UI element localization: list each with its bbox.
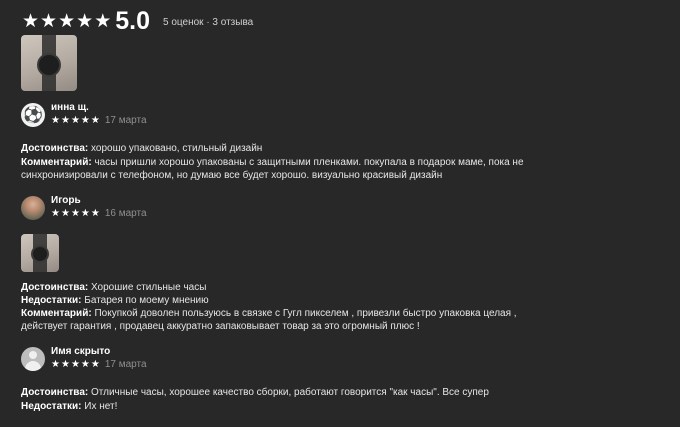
review-cons: Недостатки: Батарея по моему мнению — [21, 294, 209, 307]
star-icon: ★ — [40, 10, 58, 32]
user-avatar — [21, 347, 45, 371]
star-icon: ★ — [80, 207, 90, 219]
summary-stars: ★ ★ ★ ★ ★ — [22, 12, 111, 31]
review-pros: Достоинства: Отличные часы, хорошее каче… — [21, 386, 489, 399]
review-comment: Комментарий: часы пришли хорошо упакован… — [21, 156, 524, 169]
star-icon: ★ — [90, 114, 100, 126]
star-icon: ★ — [22, 10, 40, 32]
pros-text: Отличные часы, хорошее качество сборки, … — [91, 387, 489, 398]
review-author: инна щ. — [51, 102, 89, 113]
cons-label: Недостатки: — [21, 401, 82, 412]
star-icon: ★ — [80, 358, 90, 370]
user-avatar: ⚽ — [21, 103, 45, 127]
soccer-ball-icon: ⚽ — [23, 107, 43, 124]
review-comment: Комментарий: Покупкой доволен пользуюсь … — [21, 307, 517, 320]
star-icon: ★ — [60, 207, 70, 219]
star-icon: ★ — [90, 358, 100, 370]
average-score: 5.0 — [115, 6, 150, 35]
review-comment-continued: синхронизировали с телефоном, но думаю в… — [21, 170, 443, 181]
pros-label: Достоинства: — [21, 282, 89, 293]
comment-text: часы пришли хорошо упакованы с защитными… — [94, 157, 524, 168]
comment-label: Комментарий: — [21, 308, 92, 319]
star-icon: ★ — [58, 10, 76, 32]
star-icon: ★ — [76, 10, 94, 32]
star-icon: ★ — [51, 207, 60, 219]
review-comment-continued: действует гарантия , продавец аккуратно … — [21, 321, 420, 332]
review-cons: Недостатки: Их нет! — [21, 400, 117, 413]
star-icon: ★ — [60, 114, 70, 126]
review-pros: Достоинства: хорошо упаковано, стильный … — [21, 142, 262, 155]
star-icon: ★ — [90, 207, 100, 219]
review-date: 16 марта — [104, 208, 147, 219]
ratings-count[interactable]: 5 оценок · 3 отзыва — [163, 17, 253, 28]
star-icon: ★ — [70, 114, 80, 126]
star-icon: ★ — [60, 358, 70, 370]
cons-label: Недостатки: — [21, 295, 82, 306]
pros-text: Хорошие стильные часы — [91, 282, 207, 293]
review-pros: Достоинства: Хорошие стильные часы — [21, 281, 206, 294]
star-icon: ★ — [51, 114, 60, 126]
review-date: 17 марта — [104, 359, 147, 370]
review-date: 17 марта — [104, 115, 147, 126]
star-icon: ★ — [51, 358, 60, 370]
star-icon: ★ — [94, 10, 112, 32]
pros-label: Достоинства: — [21, 387, 89, 398]
review-rating: ★ ★ ★ ★ ★ 17 марта — [51, 115, 147, 126]
pros-text: хорошо упаковано, стильный дизайн — [91, 143, 263, 154]
star-icon: ★ — [70, 207, 80, 219]
review-author: Имя скрыто — [51, 346, 111, 357]
star-icon: ★ — [70, 358, 80, 370]
anonymous-user-icon — [29, 351, 37, 359]
star-icon: ★ — [80, 114, 90, 126]
review-rating: ★ ★ ★ ★ ★ 16 марта — [51, 208, 147, 219]
review-author: Игорь — [51, 195, 81, 206]
watch-face — [37, 53, 61, 77]
cons-text: Их нет! — [84, 401, 118, 412]
comment-label: Комментарий: — [21, 157, 92, 168]
rating-summary: ★ ★ ★ ★ ★ 5.0 5 оценок · 3 отзыва — [22, 4, 253, 38]
review-photo[interactable] — [21, 35, 77, 91]
comment-text: Покупкой доволен пользуюсь в связке с Гу… — [94, 308, 517, 319]
review-photo[interactable] — [21, 234, 59, 272]
pros-label: Достоинства: — [21, 143, 89, 154]
watch-face — [31, 245, 49, 263]
user-avatar — [21, 196, 45, 220]
review-rating: ★ ★ ★ ★ ★ 17 марта — [51, 359, 147, 370]
cons-text: Батарея по моему мнению — [84, 295, 209, 306]
